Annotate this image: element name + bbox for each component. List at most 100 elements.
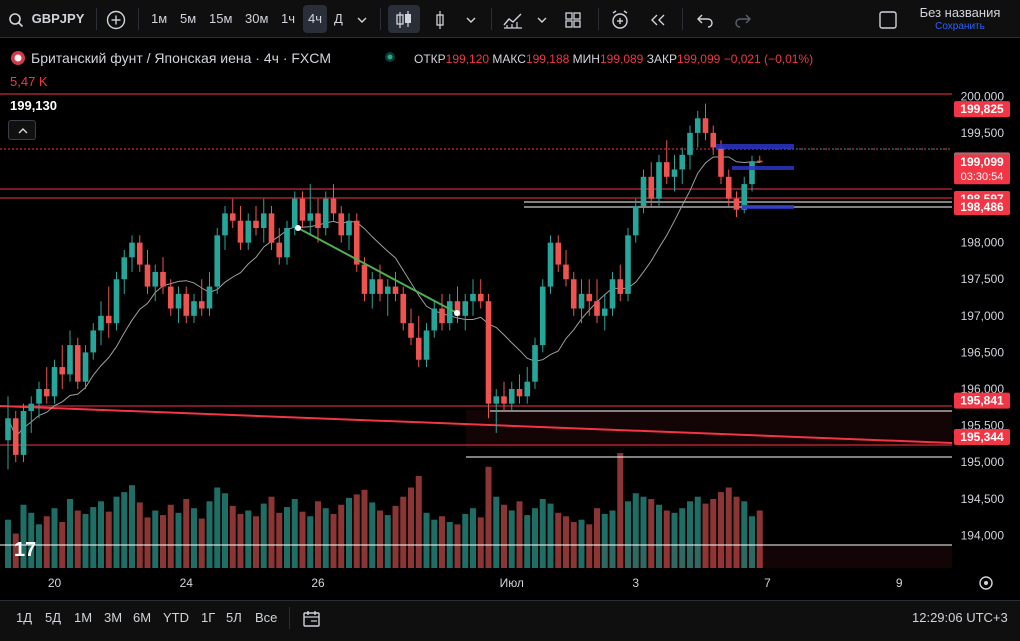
candle-body [98, 315, 104, 331]
compare-add-button[interactable] [106, 0, 126, 38]
candle-body [82, 352, 89, 382]
volume-bar [462, 513, 469, 568]
price-label-text: 199,099 [960, 155, 1004, 169]
volume-bar [105, 511, 112, 568]
candle-body [160, 271, 166, 287]
price-tick-label: 194,500 [961, 492, 1005, 506]
price-axis[interactable]: 200,000199,500199,000198,500198,000197,5… [954, 89, 1010, 542]
volume-bar [90, 507, 97, 568]
interval-1h[interactable]: 1ч [281, 0, 295, 38]
candle-body [377, 279, 383, 294]
candle-body [136, 242, 143, 265]
range-5y[interactable]: 5Л [226, 601, 242, 641]
gear-icon-center [984, 581, 988, 585]
layout-name-button[interactable]: Без названия Сохранить [912, 5, 1008, 33]
candle-body [586, 293, 593, 302]
candle-body [570, 279, 577, 309]
checkbox-icon [879, 10, 897, 29]
layout-grid-button[interactable] [564, 0, 582, 38]
indicators-button[interactable] [502, 0, 524, 38]
toolbar-divider [682, 8, 683, 30]
low-value: 199,089 [599, 52, 644, 66]
candle-body [322, 198, 329, 229]
position-box[interactable] [742, 205, 794, 209]
volume-bar [384, 515, 391, 568]
volume-bar [346, 497, 352, 568]
candle-body [609, 279, 616, 309]
trendline-handle[interactable] [454, 310, 460, 316]
time-axis-settings-button[interactable] [979, 576, 993, 590]
volume-bar [152, 510, 159, 568]
time-tick-label: 9 [896, 576, 903, 590]
position-box[interactable] [716, 144, 794, 149]
volume-bar [547, 503, 554, 568]
clock[interactable]: 12:29:06 UTC+3 [912, 601, 1008, 641]
volume-bar [144, 517, 151, 568]
price-tick-label: 195,000 [961, 455, 1005, 469]
replay-button[interactable] [648, 0, 668, 38]
redo-icon [735, 14, 751, 28]
range-3m[interactable]: 3М [104, 601, 122, 641]
candle-body [307, 213, 314, 221]
interval-dropdown-button[interactable] [356, 0, 368, 38]
undo-icon [697, 14, 713, 28]
undo-button[interactable] [696, 0, 714, 38]
symbol-title[interactable]: Британский фунт / Японская иена · 4ч · F… [31, 50, 331, 66]
chevron-down-icon [357, 17, 367, 23]
bottom-toolbar: 1Д 5Д 1М 3М 6М YTD 1Г 5Л Все 12:29:06 UT… [0, 600, 1020, 641]
range-all[interactable]: Все [255, 601, 277, 641]
rewind-icon [651, 14, 665, 26]
chart-style-dropdown-button[interactable] [465, 0, 477, 38]
plus-circle-icon [106, 10, 126, 29]
candle-body [338, 213, 345, 236]
candle-body [268, 213, 275, 243]
trendline-green[interactable] [295, 225, 460, 316]
range-ytd[interactable]: YTD [163, 601, 189, 641]
interval-1d[interactable]: Д [334, 0, 343, 38]
volume-bar [36, 524, 42, 568]
volume-bar [43, 516, 50, 568]
go-to-date-button[interactable] [302, 601, 322, 641]
range-5d[interactable]: 5Д [45, 601, 61, 641]
price-chart[interactable]: 200,000199,500199,000198,500198,000197,5… [0, 38, 1020, 600]
volume-bar [563, 516, 569, 568]
redo-button[interactable] [734, 0, 752, 38]
range-1y[interactable]: 1Г [201, 601, 215, 641]
chart-type-candles-button[interactable] [388, 5, 420, 33]
candle-body [532, 345, 538, 382]
indicators-dropdown-button[interactable] [536, 0, 548, 38]
candle-body [330, 198, 337, 214]
candle-body [539, 286, 546, 346]
volume-bar [198, 518, 205, 568]
candle-body [501, 396, 507, 404]
candle-body [547, 242, 554, 287]
interval-30m[interactable]: 30м [245, 0, 268, 38]
time-axis[interactable]: 202426Июл3791115 [48, 576, 1020, 590]
position-boxes[interactable] [716, 144, 794, 209]
volume-bar [369, 502, 376, 568]
collapse-legend-button[interactable] [8, 120, 36, 140]
volume-bar [439, 516, 445, 568]
candle-body [167, 286, 174, 309]
candle-body [408, 323, 414, 338]
interval-4h[interactable]: 4ч [303, 5, 328, 33]
volume-bar [555, 512, 562, 568]
high-label: МАКС [492, 52, 526, 66]
candle-body [446, 301, 453, 324]
range-1m[interactable]: 1М [74, 601, 92, 641]
horizontal-levels [0, 93, 953, 546]
range-1d[interactable]: 1Д [16, 601, 32, 641]
volume-bar [508, 510, 515, 568]
range-6m[interactable]: 6М [133, 601, 151, 641]
trendline-handle[interactable] [295, 225, 301, 231]
interval-5m[interactable]: 5м [180, 0, 196, 38]
symbol-search-button[interactable]: GBPJPY [8, 0, 84, 38]
interval-1m[interactable]: 1м [151, 0, 167, 38]
interval-15m[interactable]: 15м [209, 0, 232, 38]
volume-bar [516, 501, 523, 568]
search-icon [9, 12, 24, 27]
layout-checkbox[interactable] [878, 0, 898, 38]
alert-button[interactable] [610, 0, 630, 38]
bar-style-button[interactable] [432, 0, 448, 38]
position-box[interactable] [732, 166, 794, 170]
